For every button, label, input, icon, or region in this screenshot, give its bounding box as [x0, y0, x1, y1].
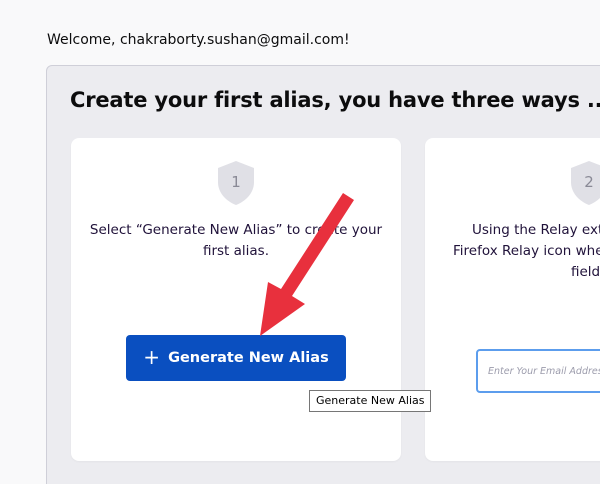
email-address-input[interactable]	[476, 349, 600, 393]
generate-new-alias-button[interactable]: + Generate New Alias	[126, 335, 346, 381]
page: Welcome, chakraborty.sushan@gmail.com! C…	[0, 0, 600, 484]
card-description-line: first alias.	[202, 243, 270, 259]
card-description: Select “Generate New Alias” to create yo…	[71, 220, 401, 262]
shield-icon: 1	[217, 160, 255, 206]
tooltip: Generate New Alias	[309, 390, 432, 412]
plus-icon: +	[143, 345, 161, 369]
welcome-message: Welcome, chakraborty.sushan@gmail.com!	[47, 32, 350, 48]
card-description-line: Select “Generate New Alias” to create yo…	[89, 222, 383, 238]
step-number: 1	[231, 173, 241, 191]
generate-new-alias-label: Generate New Alias	[168, 350, 329, 366]
card-description-line: Firefox Relay icon whe	[453, 243, 600, 259]
panel-title: Create your first alias, you have three …	[70, 88, 600, 112]
shield-icon: 2	[570, 160, 600, 206]
step-number: 2	[584, 173, 594, 191]
card-description-line: fields	[571, 264, 600, 280]
card-generate-alias: 1 Select “Generate New Alias” to create …	[71, 138, 401, 461]
card-description-line: Using the Relay exte	[472, 222, 600, 238]
card-browser-extension: 2	[425, 138, 600, 461]
